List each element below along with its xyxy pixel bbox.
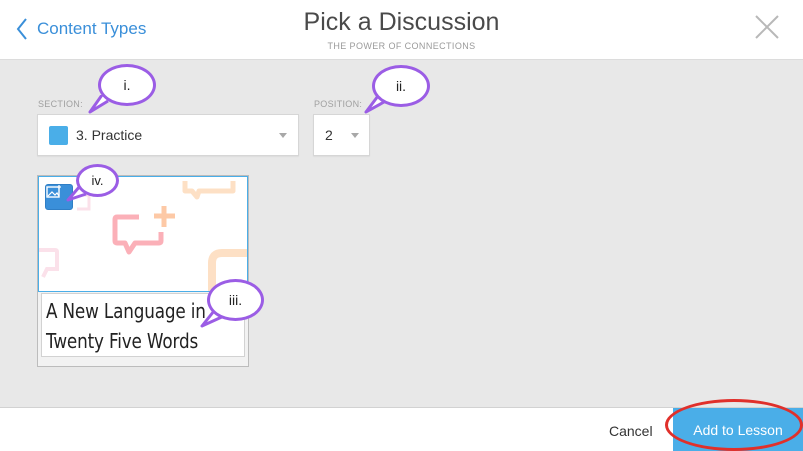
section-label: SECTION: bbox=[38, 99, 83, 109]
section-color-swatch bbox=[49, 125, 68, 145]
dialog-body: SECTION: 3. Practice POSITION: 2 A New L… bbox=[0, 60, 803, 407]
position-select-value: 2 bbox=[325, 127, 333, 143]
cancel-button[interactable]: Cancel bbox=[609, 423, 653, 439]
annotation-callout-iv: iv. bbox=[76, 164, 119, 197]
dialog-header: Content Types Pick a Discussion THE POWE… bbox=[0, 0, 803, 60]
caret-down-icon bbox=[351, 133, 359, 138]
page-title: Pick a Discussion bbox=[303, 8, 500, 36]
section-select[interactable]: 3. Practice bbox=[37, 114, 299, 156]
add-image-icon bbox=[46, 185, 61, 198]
annotation-callout-iii: iii. bbox=[207, 279, 264, 321]
position-select[interactable]: 2 bbox=[313, 114, 370, 156]
close-icon[interactable] bbox=[754, 14, 780, 40]
page-subtitle: THE POWER OF CONNECTIONS bbox=[327, 41, 476, 51]
position-label: POSITION: bbox=[314, 99, 363, 109]
annotation-callout-i: i. bbox=[98, 64, 156, 106]
add-to-lesson-button[interactable]: Add to Lesson bbox=[673, 408, 803, 451]
section-select-value: 3. Practice bbox=[76, 127, 143, 143]
dialog-footer: Cancel Add to Lesson bbox=[0, 407, 803, 451]
caret-down-icon bbox=[279, 133, 287, 138]
annotation-callout-ii: ii. bbox=[372, 65, 430, 107]
